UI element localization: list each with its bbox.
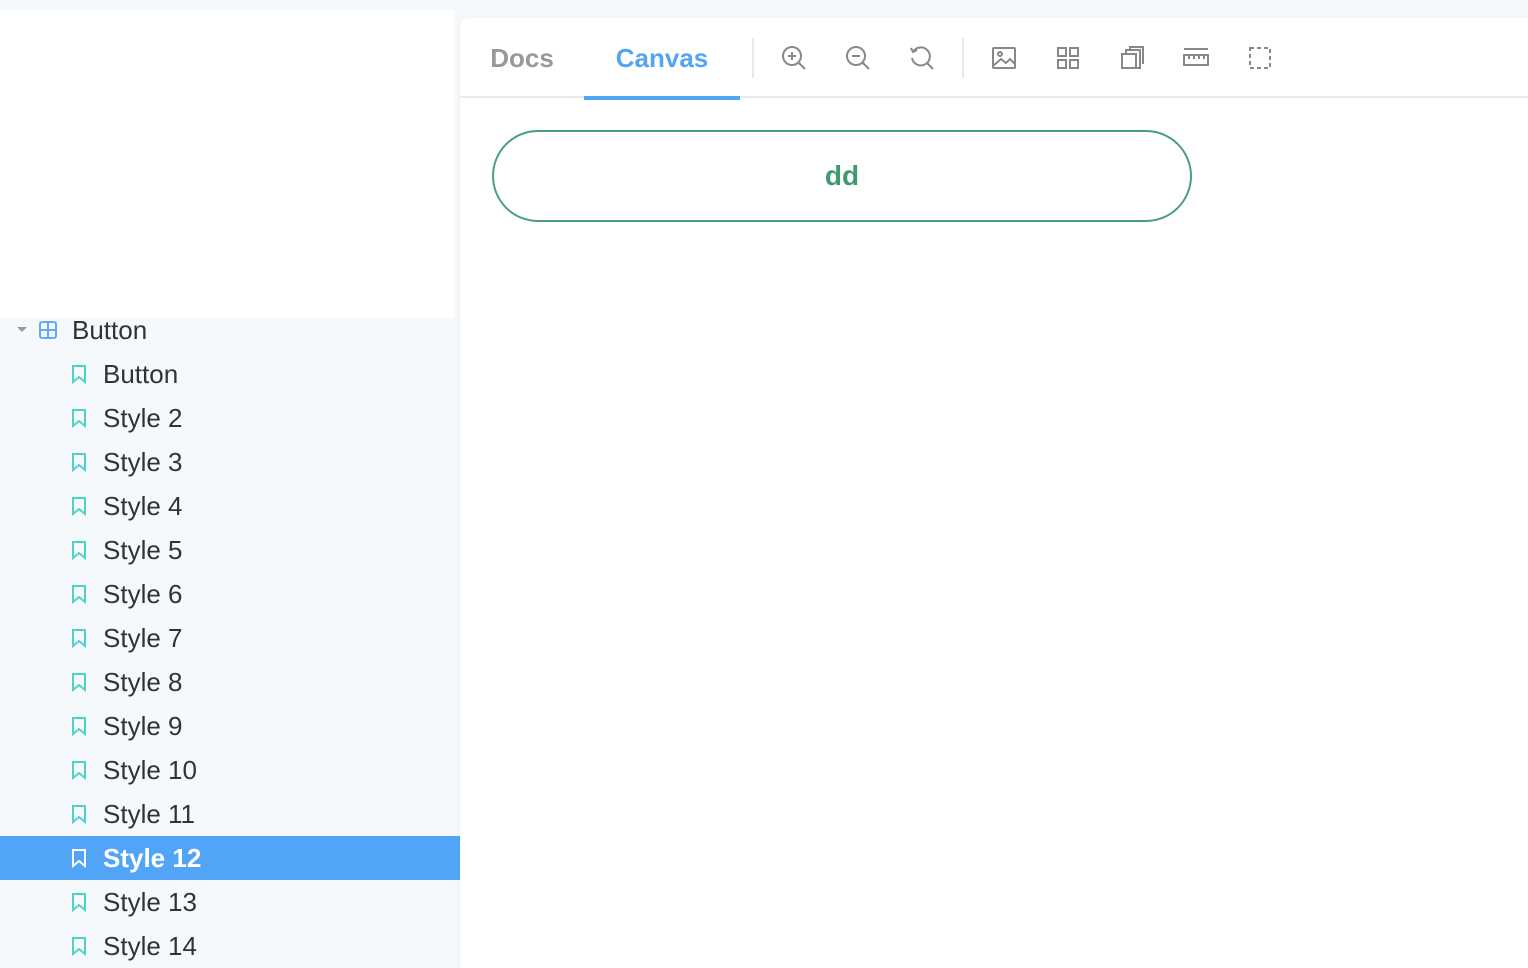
story-item[interactable]: Style 13	[0, 880, 460, 924]
viewport-button[interactable]	[1112, 38, 1152, 78]
grid-icon	[1057, 47, 1079, 69]
preview-button[interactable]: dd	[492, 130, 1192, 222]
story-item[interactable]: Style 7	[0, 616, 460, 660]
story-tree: Button Button Style 2 Style 3 Style 4 Style …	[0, 308, 460, 968]
story-item-label: Style 13	[103, 887, 197, 917]
outline-button[interactable]	[1240, 38, 1280, 78]
reset-zoom-button[interactable]	[902, 38, 942, 78]
grid-button[interactable]	[1048, 38, 1088, 78]
bookmark-icon	[70, 716, 90, 736]
viewport-icon	[1121, 46, 1144, 69]
bookmark-icon	[70, 936, 90, 956]
story-item-label: Style 5	[103, 535, 183, 565]
bookmark-icon	[70, 408, 90, 428]
zoom-in-button[interactable]	[774, 38, 814, 78]
measure-button[interactable]	[1176, 38, 1216, 78]
bookmark-icon	[70, 540, 90, 560]
story-item[interactable]: Style 9	[0, 704, 460, 748]
story-item-label: Style 7	[103, 623, 183, 653]
bookmark-icon	[70, 364, 90, 384]
story-item-label: Style 8	[103, 667, 183, 697]
story-item-label: Style 4	[103, 491, 183, 521]
story-item-label: Style 2	[103, 403, 183, 433]
story-item-label: Style 9	[103, 711, 183, 741]
zoom-in-icon	[782, 46, 806, 70]
tab-docs-label: Docs	[490, 42, 554, 73]
toolbar-divider	[962, 38, 964, 78]
story-item-label: Style 12	[103, 843, 202, 873]
sidebar-header-area	[0, 10, 454, 318]
bookmark-icon	[70, 804, 90, 824]
story-item[interactable]: Style 4	[0, 484, 460, 528]
background-button[interactable]	[984, 38, 1024, 78]
caret-down-icon[interactable]	[14, 322, 30, 338]
component-group-icon	[38, 320, 58, 340]
story-item[interactable]: Style 6	[0, 572, 460, 616]
outline-icon	[1249, 47, 1271, 69]
story-item[interactable]: Style 12	[0, 836, 460, 880]
bookmark-icon	[70, 584, 90, 604]
story-item[interactable]: Style 8	[0, 660, 460, 704]
tab-canvas[interactable]: Canvas	[584, 18, 740, 100]
story-item-label: Style 6	[103, 579, 183, 609]
tree-group-label: Button	[72, 315, 148, 345]
story-item-label: Style 3	[103, 447, 183, 477]
story-item[interactable]: Style 2	[0, 396, 460, 440]
story-item-label: Style 11	[103, 799, 196, 829]
toolbar: Docs Canvas	[460, 18, 1528, 100]
story-item[interactable]: Style 3	[0, 440, 460, 484]
tab-canvas-label: Canvas	[615, 42, 709, 73]
story-item[interactable]: Style 14	[0, 924, 460, 968]
zoom-out-button[interactable]	[838, 38, 878, 78]
bookmark-icon	[70, 848, 90, 868]
tab-docs[interactable]: Docs	[460, 18, 584, 98]
toolbar-divider	[752, 38, 754, 78]
background-image-icon	[992, 47, 1016, 69]
story-item[interactable]: Style 11	[0, 792, 460, 836]
story-item[interactable]: Style 10	[0, 748, 460, 792]
measure-ruler-icon	[1183, 48, 1209, 66]
story-item-label: Button	[103, 359, 179, 389]
bookmark-icon	[70, 672, 90, 692]
bookmark-icon	[70, 628, 90, 648]
bookmark-icon	[70, 496, 90, 516]
story-item[interactable]: Button	[0, 352, 460, 396]
story-item-label: Style 14	[103, 931, 197, 961]
bookmark-icon	[70, 452, 90, 472]
sidebar: Button Button Style 2 Style 3 Style 4 Style …	[0, 0, 460, 968]
story-item[interactable]: Style 5	[0, 528, 460, 572]
story-item-label: Style 10	[103, 755, 197, 785]
tree-group-button[interactable]: Button	[0, 308, 460, 352]
story-list: Button Style 2 Style 3 Style 4 Style 5 Style …	[0, 352, 460, 968]
bookmark-icon	[70, 892, 90, 912]
bookmark-icon	[70, 760, 90, 780]
reset-zoom-icon	[910, 46, 934, 70]
zoom-out-icon	[846, 46, 870, 70]
main-panel: Docs Canvas dd	[460, 18, 1528, 968]
